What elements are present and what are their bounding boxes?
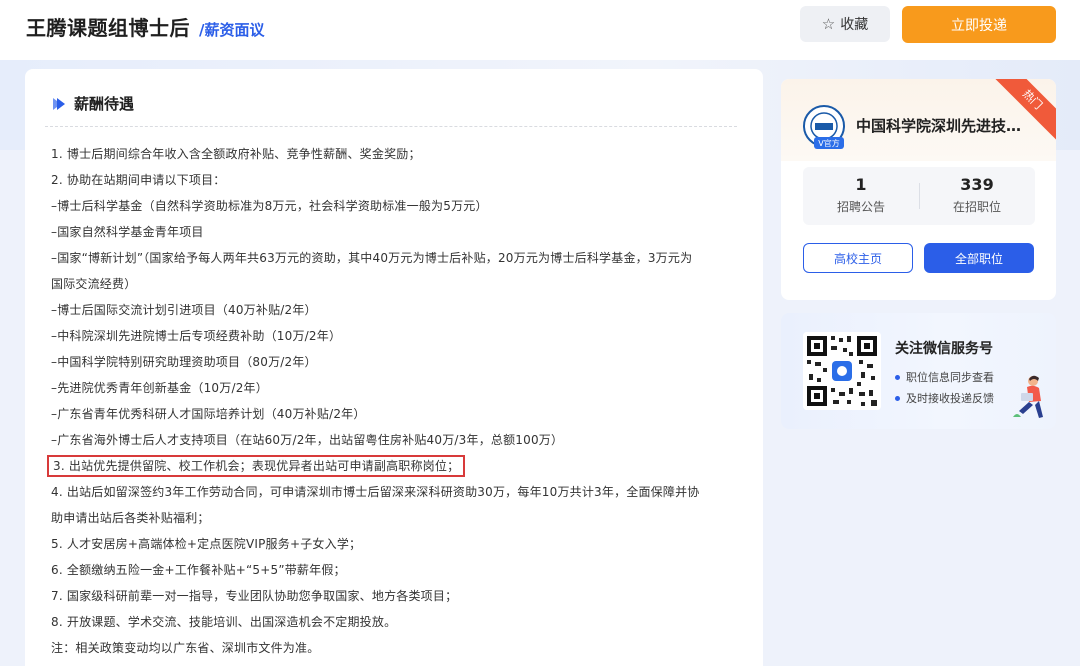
list-item: 助申请出站后各类补贴福利； (51, 511, 210, 525)
favorite-button[interactable]: ☆ 收藏 (800, 6, 890, 42)
list-item: 职位信息同步查看 (895, 367, 994, 388)
list-item: 4. 出站后如留深签约3年工作劳动合同，可申请深圳市博士后留深来深科研资助30万… (51, 485, 700, 499)
feature-label: 职位信息同步查看 (906, 371, 994, 384)
section-title: 薪酬待遇 (74, 95, 135, 113)
wechat-feature-list: 职位信息同步查看 及时接收投递反馈 (895, 367, 994, 409)
list-item: 2. 协助在站期间申请以下项目： (51, 173, 226, 187)
list-item: –博士后国际交流计划引进项目（40万补贴/2年） (51, 303, 317, 317)
list-item: 5. 人才安居房+高端体检+定点医院VIP服务+子女入学； (51, 537, 362, 551)
benefits-card: 薪酬待遇 1. 博士后期间综合年收入含全额政府补贴、竞争性薪酬、奖金奖励； 2.… (25, 69, 763, 666)
list-item: 7. 国家级科研前辈一对一指导，专业团队协助您争取国家、地方各类项目； (51, 589, 458, 603)
section-header: 薪酬待遇 (52, 93, 134, 114)
stat-label: 招聘公告 (836, 200, 885, 214)
institution-card: 热门 V官方 中国科学院深圳先进技… 1 招聘公告 339 在招职位 高校主页 … (781, 79, 1056, 300)
list-item: –国家自然科学基金青年项目 (51, 225, 204, 239)
all-jobs-button[interactable]: 全部职位 (924, 243, 1034, 273)
stats-box: 1 招聘公告 339 在招职位 (803, 167, 1035, 225)
stat-value: 1 (855, 175, 867, 194)
wechat-title: 关注微信服务号 (895, 341, 993, 357)
wechat-card: 关注微信服务号 职位信息同步查看 及时接收投递反馈 (781, 313, 1056, 429)
list-item: –广东省青年优秀科研人才国际培养计划（40万补贴/2年） (51, 407, 366, 421)
star-icon: ☆ (821, 15, 836, 33)
page-title: 王腾课题组博士后 (26, 16, 190, 40)
favorite-label: 收藏 (840, 17, 869, 33)
bullet-dot-icon (895, 375, 900, 380)
salary-tag: /薪资面议 (199, 21, 265, 39)
section-arrow-icon (53, 97, 65, 110)
feature-label: 及时接收投递反馈 (906, 392, 994, 405)
list-item: –中科院深圳先进院博士后专项经费补助（10万/2年） (51, 329, 342, 343)
stat-announcements[interactable]: 1 招聘公告 (803, 175, 919, 215)
apply-button[interactable]: 立即投递 (902, 6, 1056, 43)
list-item: 6. 全额缴纳五险一金+工作餐补贴+“5+5”带薪年假； (51, 563, 346, 577)
list-item: –广东省海外博士后人才支持项目（在站60万/2年，出站留粤住房补贴40万/3年，… (51, 433, 564, 447)
qr-code-icon (803, 332, 881, 410)
stat-value: 339 (960, 175, 994, 194)
list-item: 注：相关政策变动均以广东省、深圳市文件为准。 (51, 641, 320, 655)
list-item: 1. 博士后期间综合年收入含全额政府补贴、竞争性薪酬、奖金奖励； (51, 147, 421, 161)
bullet-dot-icon (895, 396, 900, 401)
list-item: 国际交流经费） (51, 277, 137, 291)
benefit-list: 1. 博士后期间综合年收入含全额政府补贴、竞争性薪酬、奖金奖励； 2. 协助在站… (46, 141, 741, 661)
list-item: –先进院优秀青年创新基金（10万/2年） (51, 381, 268, 395)
top-bar: 王腾课题组博士后 /薪资面议 ☆ 收藏 立即投递 (0, 0, 1080, 60)
verified-badge: V官方 (814, 137, 844, 149)
person-illustration-icon (1013, 375, 1043, 418)
list-item: –博士后科学基金（自然科学资助标准为8万元，社会科学资助标准一般为5万元） (51, 199, 488, 213)
stat-open-positions[interactable]: 339 在招职位 (919, 175, 1035, 215)
list-item: –中国科学院特别研究助理资助项目（80万/2年） (51, 355, 317, 369)
list-item: 8. 开放课题、学术交流、技能培训、出国深造机会不定期投放。 (51, 615, 397, 629)
stat-label: 在招职位 (952, 200, 1001, 214)
list-item: 及时接收投递反馈 (895, 388, 994, 409)
university-home-button[interactable]: 高校主页 (803, 243, 913, 273)
institution-name[interactable]: 中国科学院深圳先进技… (856, 115, 1046, 136)
highlight-box: 3. 出站优先提供留院、校工作机会；表现优异者出站可申请副高职称岗位； (46, 455, 466, 477)
list-item: –国家“博新计划”（国家给予每人两年共63万元的资助，其中40万元为博士后补贴，… (51, 251, 693, 265)
divider (45, 126, 737, 127)
highlighted-list-item: 3. 出站优先提供留院、校工作机会；表现优异者出站可申请副高职称岗位； (46, 453, 741, 479)
